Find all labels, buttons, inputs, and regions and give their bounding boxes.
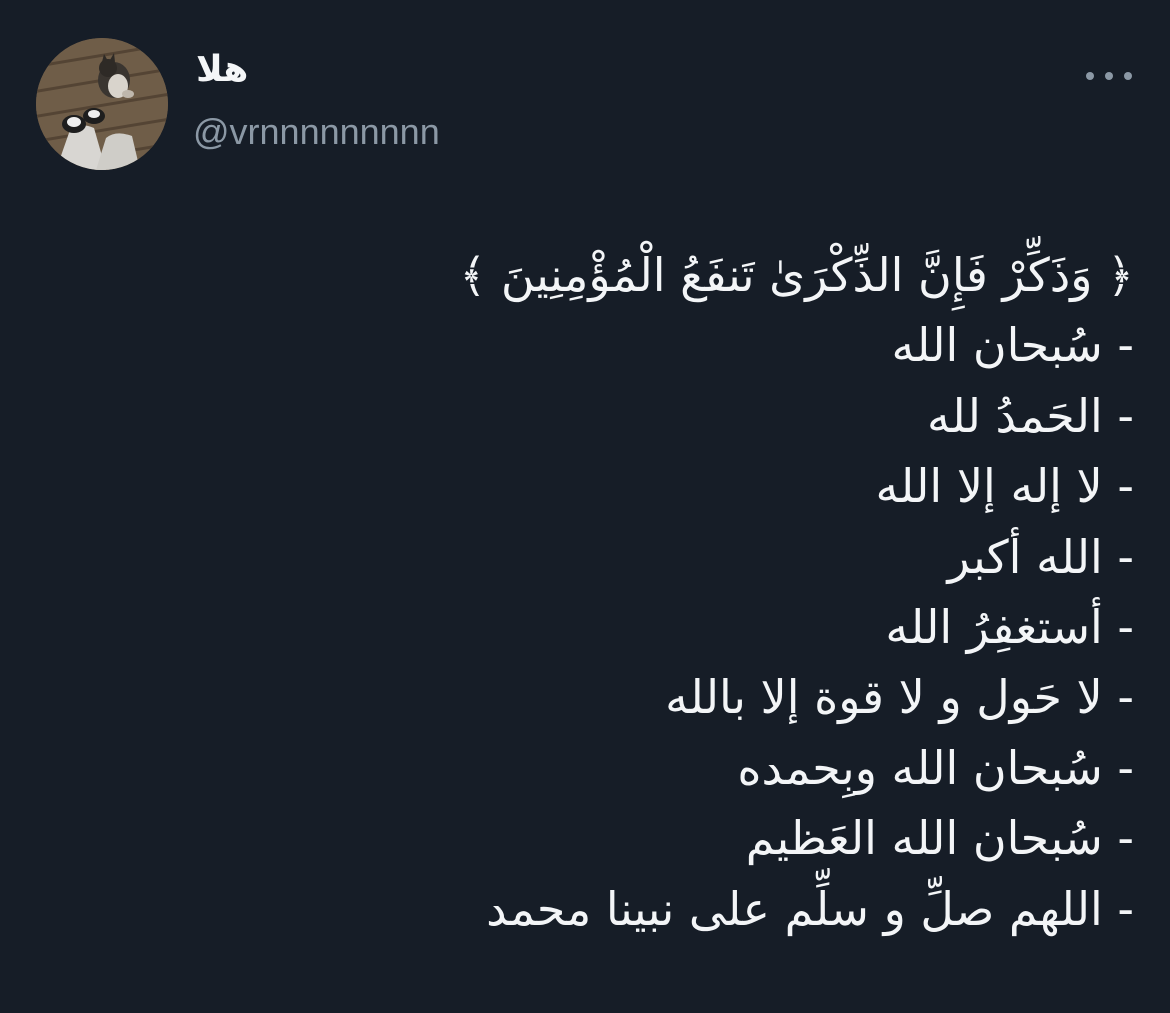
display-name[interactable]: هلا xyxy=(196,52,248,88)
tweet-line: - سُبحان الله xyxy=(891,318,1134,373)
tweet-line: - أستغفِرُ الله xyxy=(885,600,1134,655)
tweet-card: هلا @vrnnnnnnnnn ﴿ وَذَكِّرْ فَإِنَّ الذ… xyxy=(0,0,1170,1013)
user-handle[interactable]: @vrnnnnnnnnn xyxy=(193,110,440,153)
tweet-line: - سُبحان الله العَظيم xyxy=(745,811,1134,866)
more-options-button[interactable] xyxy=(1086,58,1132,94)
tweet-line: - الحَمدُ لله xyxy=(927,388,1134,443)
more-horizontal-icon xyxy=(1086,72,1094,80)
tweet-line: - لا إله إلا الله xyxy=(875,459,1134,514)
tweet-line: - سُبحان الله وبِحمده xyxy=(737,740,1134,795)
tweet-line: - اللهم صلِّ و سلِّم على نبينا محمد xyxy=(486,881,1134,936)
tweet-line-verse: ﴿ وَذَكِّرْ فَإِنَّ الذِّكْرَىٰ تَنفَعُ … xyxy=(459,248,1134,302)
tweet-line: - الله أكبر xyxy=(947,529,1134,584)
more-horizontal-icon-dot xyxy=(1105,72,1113,80)
tweet-text: ﴿ وَذَكِّرْ فَإِنَّ الذِّكْرَىٰ تَنفَعُ … xyxy=(34,240,1134,944)
avatar[interactable] xyxy=(36,38,168,170)
tweet-line: - لا حَول و لا قوة إلا بالله xyxy=(665,670,1134,725)
avatar-photo-icon xyxy=(36,38,168,170)
more-horizontal-icon-dot xyxy=(1124,72,1132,80)
